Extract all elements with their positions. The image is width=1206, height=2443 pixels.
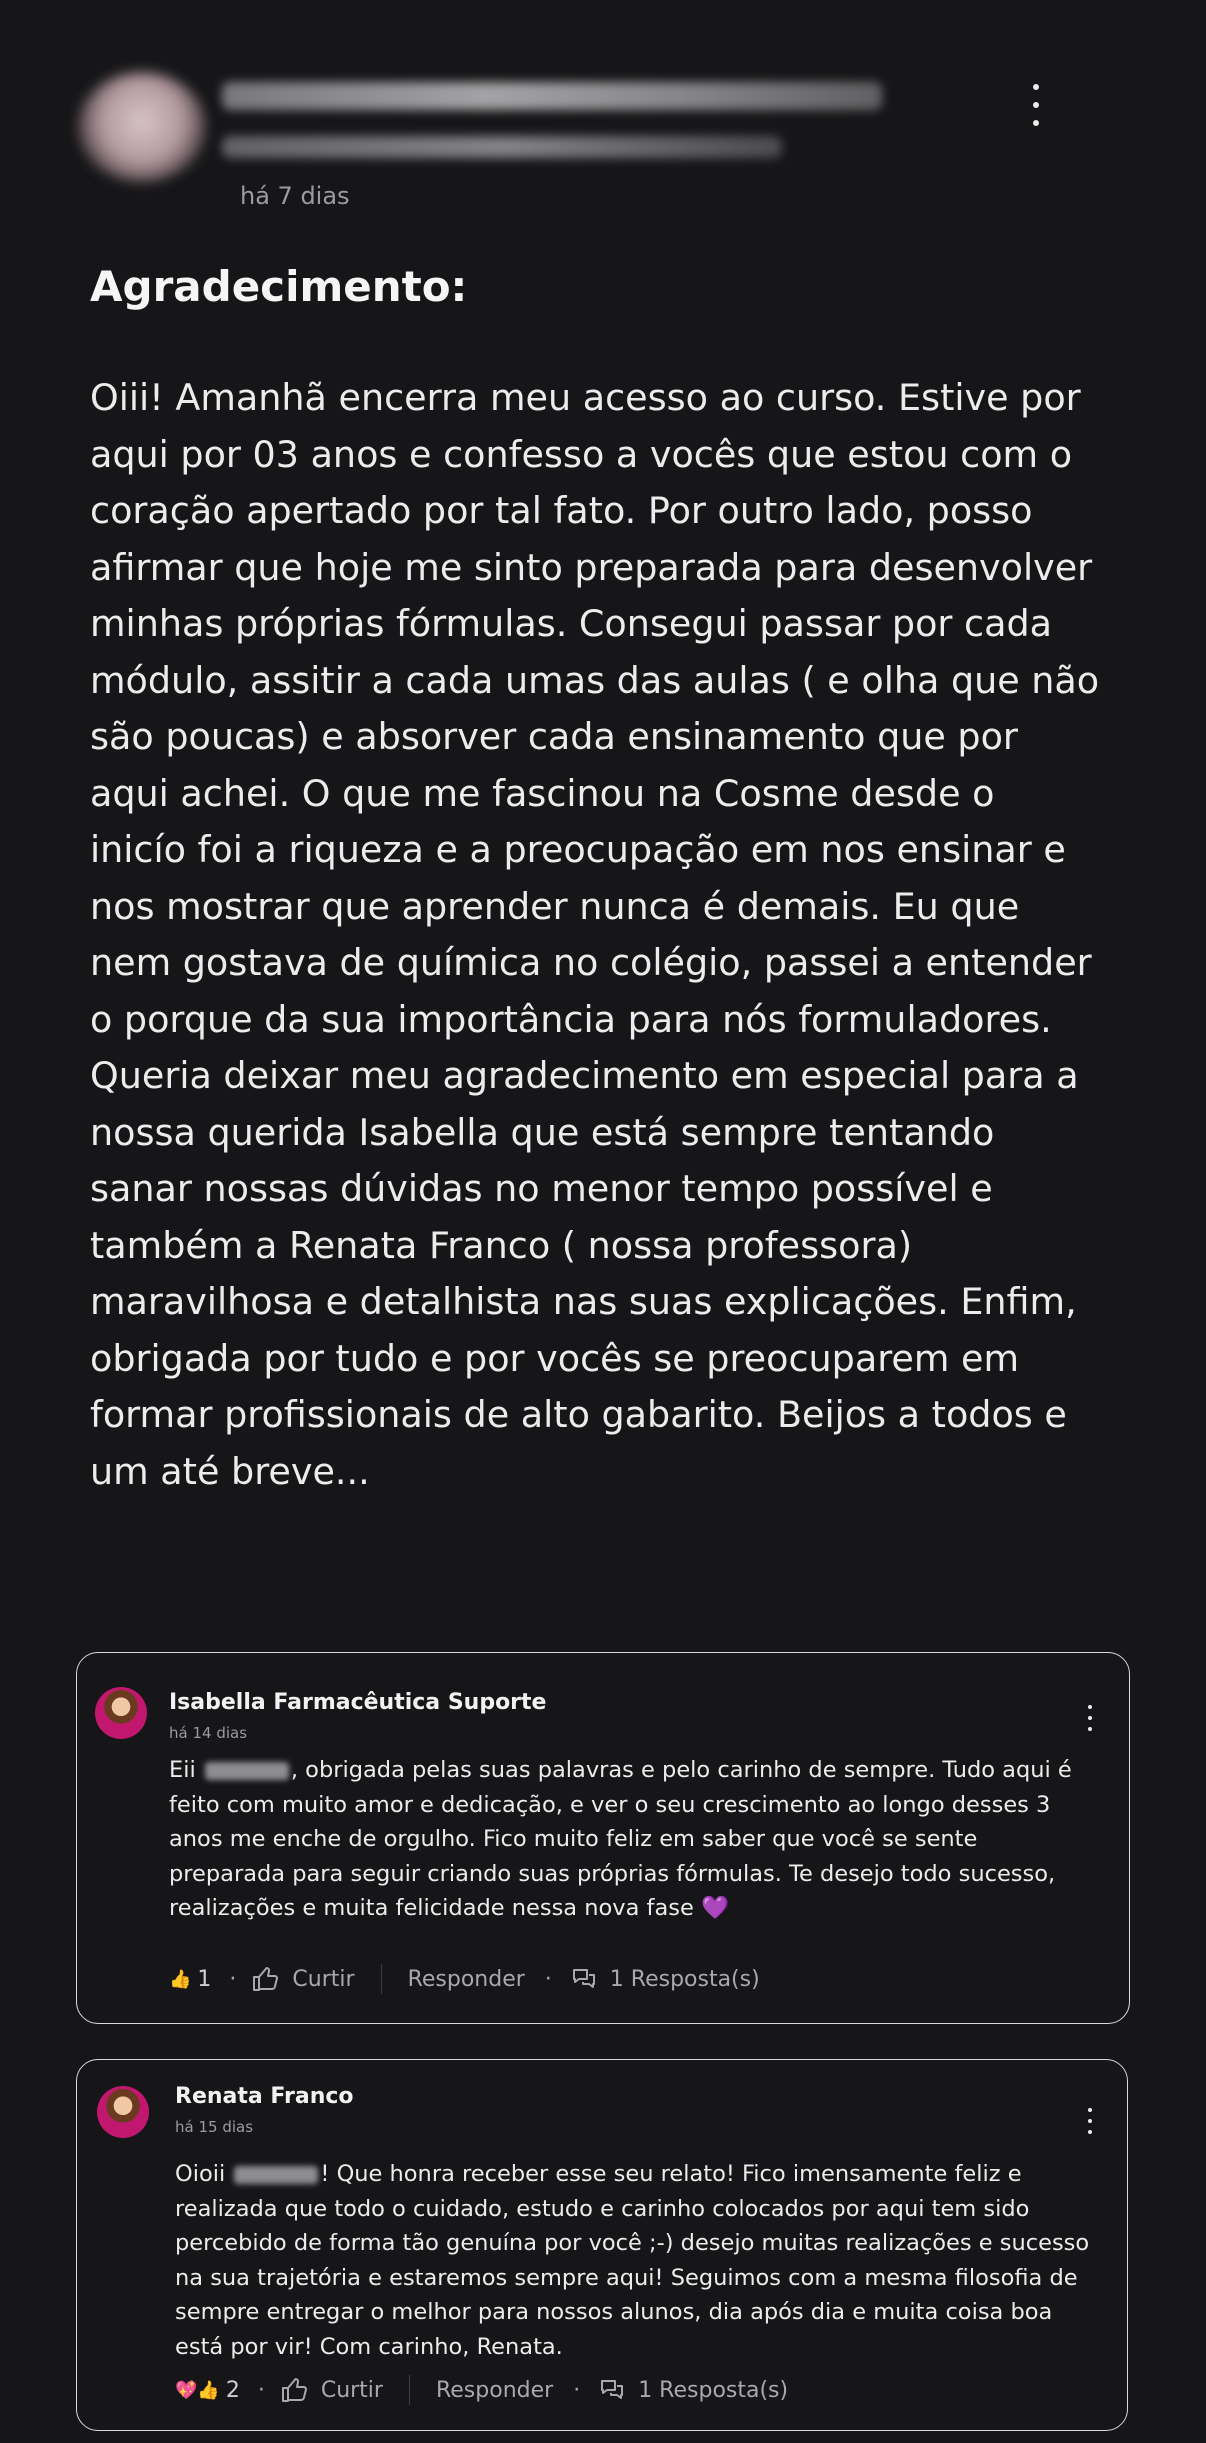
reaction-emoji[interactable]: 💖👍 bbox=[175, 2380, 220, 2401]
like-button[interactable]: Curtir bbox=[281, 2377, 383, 2403]
commenter-avatar[interactable] bbox=[95, 1687, 147, 1739]
redacted-name bbox=[204, 1761, 289, 1780]
reaction-emoji[interactable]: 👍 bbox=[169, 1969, 191, 1990]
author-name-redacted bbox=[222, 82, 882, 110]
chat-bubbles-icon bbox=[572, 1969, 595, 1988]
post-body: Oiii! Amanhã encerra meu acesso ao curso… bbox=[90, 376, 1100, 1493]
chat-bubbles-icon bbox=[601, 2380, 624, 2399]
reply-button[interactable]: Responder bbox=[408, 1967, 525, 1992]
commenter-name[interactable]: Isabella Farmacêutica Suporte bbox=[169, 1690, 546, 1715]
post-more-options-icon[interactable] bbox=[1025, 84, 1047, 126]
author-avatar[interactable] bbox=[78, 72, 206, 182]
post-header: há 7 dias bbox=[0, 0, 1206, 230]
thumbs-up-icon bbox=[281, 2378, 307, 2402]
comment-actions: 💖👍 2 · Curtir Responder · 1 Resposta(s) bbox=[175, 2375, 788, 2405]
comment-card: Renata Franco há 15 dias Oioii ! Que hon… bbox=[76, 2059, 1128, 2431]
replies-button[interactable]: 1 Resposta(s) bbox=[572, 1967, 760, 1992]
divider bbox=[380, 1964, 382, 1994]
reply-button[interactable]: Responder bbox=[436, 2378, 553, 2403]
reaction-count: 1 bbox=[197, 1966, 212, 1992]
post-timestamp: há 7 dias bbox=[240, 182, 350, 210]
comment-text: Eii , obrigada pelas suas palavras e pel… bbox=[169, 1757, 1072, 1921]
separator-dot: · bbox=[573, 2377, 581, 2403]
comment-text: Oioii ! Que honra receber esse seu relat… bbox=[175, 2161, 1090, 2360]
like-label: Curtir bbox=[320, 2377, 383, 2403]
commenter-avatar[interactable] bbox=[97, 2086, 149, 2138]
comment-more-options-icon[interactable] bbox=[1085, 2108, 1095, 2134]
separator-dot: · bbox=[544, 1966, 552, 1992]
like-label: Curtir bbox=[292, 1966, 355, 1992]
divider bbox=[408, 2375, 410, 2405]
comment-timestamp: há 15 dias bbox=[175, 2118, 254, 2136]
comment-actions: 👍 1 · Curtir Responder · 1 Resposta(s) bbox=[169, 1964, 760, 1994]
replies-button[interactable]: 1 Resposta(s) bbox=[600, 2378, 788, 2403]
redacted-name bbox=[234, 2165, 319, 2184]
like-button[interactable]: Curtir bbox=[252, 1966, 355, 1992]
comment-card: Isabella Farmacêutica Suporte há 14 dias… bbox=[76, 1652, 1130, 2024]
author-subtitle-redacted bbox=[222, 136, 782, 158]
thumbs-up-icon bbox=[253, 1967, 279, 1991]
reaction-count: 2 bbox=[225, 2377, 240, 2403]
comment-timestamp: há 14 dias bbox=[169, 1724, 248, 1742]
comment-more-options-icon[interactable] bbox=[1085, 1705, 1095, 1731]
separator-dot: · bbox=[229, 1966, 237, 1992]
replies-label: 1 Resposta(s) bbox=[638, 2377, 789, 2403]
post-title: Agradecimento: bbox=[90, 262, 468, 311]
commenter-name[interactable]: Renata Franco bbox=[175, 2084, 354, 2109]
replies-label: 1 Resposta(s) bbox=[609, 1966, 760, 1992]
separator-dot: · bbox=[257, 2377, 265, 2403]
